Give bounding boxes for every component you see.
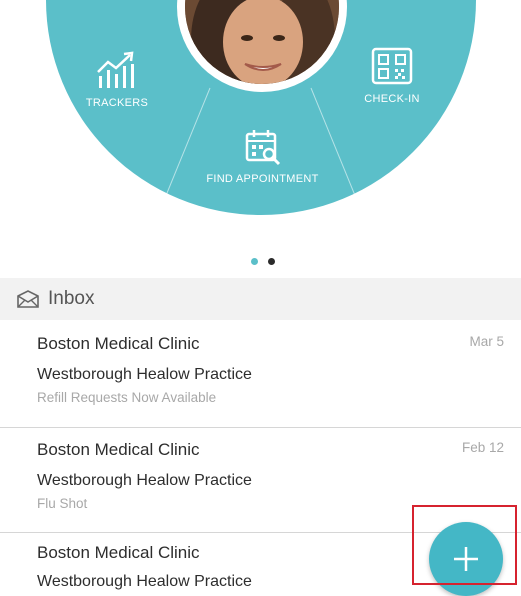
page-indicator (248, 252, 278, 265)
message-practice: Westborough Healow Practice (37, 472, 252, 489)
menu-item-check-in[interactable]: CHECK-IN (332, 46, 452, 105)
inbox-message[interactable]: Boston Medical Clinic Feb 12 Westborough… (0, 428, 521, 533)
menu-item-label: FIND APPOINTMENT (206, 173, 319, 185)
menu-item-label: TRACKERS (85, 97, 149, 109)
page-dot-active[interactable] (251, 258, 258, 265)
compose-fab-button[interactable] (429, 522, 503, 596)
qr-code-icon (371, 47, 413, 85)
trend-chart-icon (97, 51, 134, 88)
message-sender: Boston Medical Clinic (37, 440, 200, 459)
message-date: Mar 5 (469, 334, 504, 349)
page-dot-inactive[interactable] (268, 258, 276, 265)
profile-photo (185, 0, 339, 84)
message-practice: Westborough Healow Practice (37, 573, 252, 590)
inbox-title: Inbox (48, 288, 95, 309)
message-practice: Westborough Healow Practice (37, 366, 252, 383)
inbox-message[interactable]: Boston Medical Clinic Mar 5 Westborough … (0, 320, 521, 428)
avatar-ring (177, 0, 347, 92)
menu-item-label: CHECK-IN (364, 93, 420, 105)
plus-icon (454, 547, 478, 571)
message-subject: Flu Shot (37, 496, 88, 511)
message-sender: Boston Medical Clinic (37, 334, 200, 353)
message-sender: Boston Medical Clinic (37, 543, 200, 562)
radial-menu: TRACKERS CHECK-IN FIND APPOINTMENT (0, 0, 521, 255)
menu-item-trackers[interactable]: TRACKERS (62, 50, 172, 109)
envelope-icon (16, 289, 40, 309)
profile-avatar[interactable] (185, 0, 339, 84)
message-subject: Refill Requests Now Available (37, 390, 217, 405)
calendar-search-icon (245, 130, 280, 166)
inbox-header[interactable]: Inbox (0, 278, 521, 320)
menu-item-find-appointment[interactable]: FIND APPOINTMENT (180, 128, 345, 185)
message-date: Feb 12 (461, 440, 504, 455)
